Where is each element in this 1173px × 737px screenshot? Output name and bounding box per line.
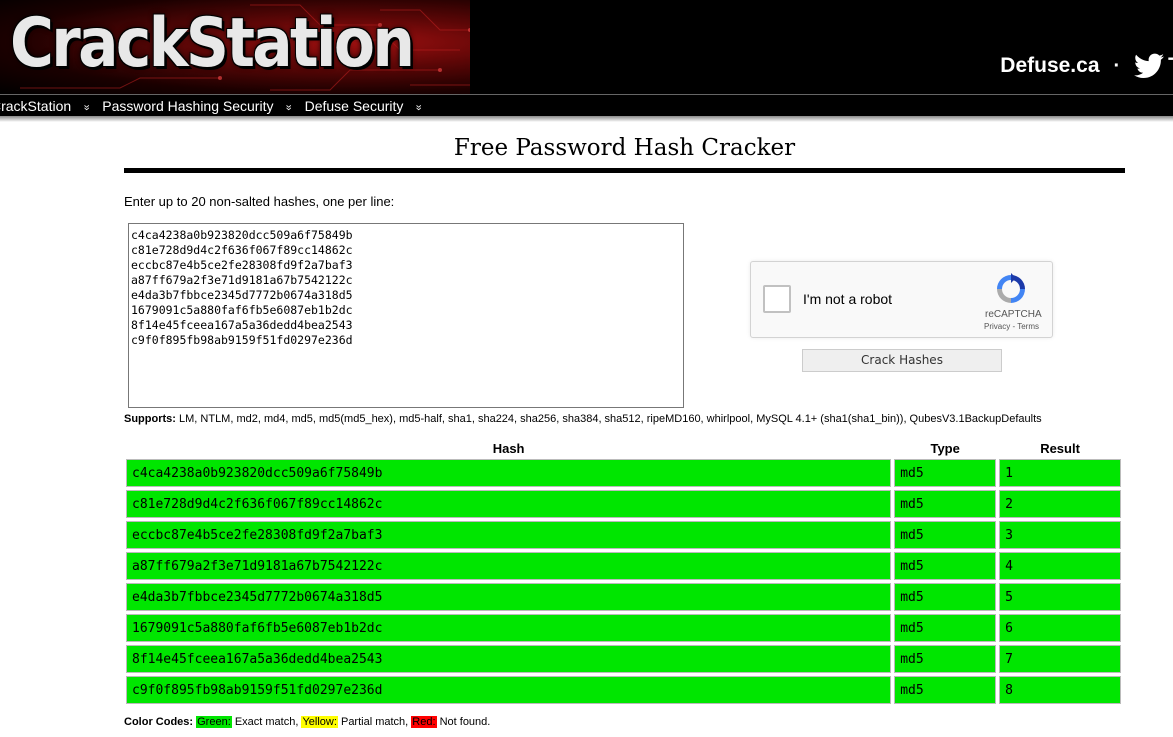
chevron-down-icon[interactable]: » [81, 104, 93, 107]
main-nav: CrackStation » Password Hashing Security… [0, 94, 1173, 116]
main-content: Free Password Hash Cracker Enter up to 2… [124, 128, 1125, 728]
nav-item-crackstation[interactable]: CrackStation » [0, 98, 102, 114]
result-cell: 5 [999, 583, 1121, 611]
color-codes-label: Color Codes: [124, 716, 194, 728]
supports-label: Supports: [124, 413, 176, 425]
type-cell: md5 [894, 614, 997, 642]
type-cell: md5 [894, 552, 997, 580]
results-table: Hash Type Result c4ca4238a0b923820dcc509… [123, 439, 1124, 707]
red-desc: Not found. [436, 716, 491, 728]
hash-column-header: Hash [492, 441, 525, 456]
red-code: Red: [411, 716, 437, 728]
type-cell: md5 [894, 459, 997, 487]
nav-item-defuse-security[interactable]: Defuse Security » [305, 98, 435, 114]
recaptcha-checkbox[interactable] [763, 285, 791, 313]
hash-cell: 8f14e45fceea167a5a36dedd4bea2543 [126, 645, 892, 673]
crack-hashes-button[interactable]: Crack Hashes [802, 349, 1002, 372]
result-column-header: Result [1040, 441, 1080, 456]
table-row: 8f14e45fceea167a5a36dedd4bea2543 md5 7 [126, 645, 1121, 673]
yellow-desc: Partial match, [337, 716, 412, 728]
hash-cell: 1679091c5a880faf6fb5e6087eb1b2dc [126, 614, 892, 642]
recaptcha-logo-icon [997, 273, 1025, 303]
hash-cell: c4ca4238a0b923820dcc509a6f75849b [126, 459, 892, 487]
instructions-text: Enter up to 20 non-salted hashes, one pe… [124, 194, 395, 209]
nav-item-label: Password Hashing Security [102, 97, 274, 114]
table-row: c9f0f895fb98ab9159f51fd0297e236d md5 8 [126, 676, 1121, 704]
hash-input-textarea[interactable]: c4ca4238a0b923820dcc509a6f75849b c81e728… [128, 223, 684, 408]
hash-cell: c9f0f895fb98ab9159f51fd0297e236d [126, 676, 892, 704]
type-column-header: Type [930, 441, 960, 456]
table-row: eccbc87e4b5ce2fe28308fd9f2a7baf3 md5 3 [126, 521, 1121, 549]
table-row: e4da3b7fbbce2345d7772b0674a318d5 md5 5 [126, 583, 1121, 611]
hash-cell: e4da3b7fbbce2345d7772b0674a318d5 [126, 583, 892, 611]
type-cell: md5 [894, 490, 997, 518]
header-links: Defuse.ca · T [1000, 53, 1173, 79]
twitter-link[interactable]: T [1134, 53, 1173, 79]
type-cell: md5 [894, 521, 997, 549]
table-row: c4ca4238a0b923820dcc509a6f75849b md5 1 [126, 459, 1121, 487]
table-row: 1679091c5a880faf6fb5e6087eb1b2dc md5 6 [126, 614, 1121, 642]
result-cell: 8 [999, 676, 1121, 704]
hash-cell: eccbc87e4b5ce2fe28308fd9f2a7baf3 [126, 521, 892, 549]
type-cell: md5 [894, 583, 997, 611]
nav-item-label: Defuse Security [304, 97, 404, 114]
table-row: a87ff679a2f3e71d9181a67b7542122c md5 4 [126, 552, 1121, 580]
recaptcha-widget: I'm not a robot reCAPTCHA Privacy - Term… [750, 261, 1053, 338]
hash-cell: c81e728d9d4c2f636f067f89cc14862c [126, 490, 892, 518]
result-cell: 3 [999, 521, 1121, 549]
recaptcha-label: I'm not a robot [803, 291, 893, 307]
twitter-text: T [1168, 54, 1173, 78]
supports-list: LM, NTLM, md2, md4, md5, md5(md5_hex), m… [175, 413, 1042, 425]
result-cell: 4 [999, 552, 1121, 580]
nav-shadow [0, 116, 1173, 122]
twitter-icon [1134, 53, 1165, 78]
result-cell: 2 [999, 490, 1121, 518]
privacy-link[interactable]: Privacy [984, 322, 1010, 331]
type-cell: md5 [894, 676, 997, 704]
result-cell: 7 [999, 645, 1121, 673]
table-row: c81e728d9d4c2f636f067f89cc14862c md5 2 [126, 490, 1121, 518]
hash-cell: a87ff679a2f3e71d9181a67b7542122c [126, 552, 892, 580]
separator-dot: · [1113, 54, 1121, 77]
color-codes-legend: Color Codes: Green: Exact match, Yellow:… [124, 716, 490, 728]
nav-item-password-hashing[interactable]: Password Hashing Security » [102, 98, 304, 114]
supports-line: Supports: LM, NTLM, md2, md4, md5, md5(m… [124, 413, 1042, 425]
type-cell: md5 [894, 645, 997, 673]
green-code: Green: [196, 716, 232, 728]
chevron-down-icon[interactable]: » [283, 104, 295, 107]
result-cell: 6 [999, 614, 1121, 642]
page-title: Free Password Hash Cracker [453, 135, 796, 161]
recaptcha-brand: reCAPTCHA [985, 309, 1042, 320]
title-divider [124, 168, 1125, 173]
site-header: CrackStation Defuse.ca · T [0, 0, 1173, 94]
crackstation-logo[interactable]: CrackStation [10, 4, 415, 83]
recaptcha-links: Privacy - Terms [984, 322, 1039, 331]
terms-link[interactable]: Terms [1017, 322, 1039, 331]
chevron-down-icon[interactable]: » [413, 104, 425, 107]
defuse-link[interactable]: Defuse.ca [1000, 54, 1099, 78]
nav-item-label: CrackStation [0, 97, 72, 114]
yellow-code: Yellow: [301, 716, 338, 728]
green-desc: Exact match, [231, 716, 302, 728]
result-cell: 1 [999, 459, 1121, 487]
